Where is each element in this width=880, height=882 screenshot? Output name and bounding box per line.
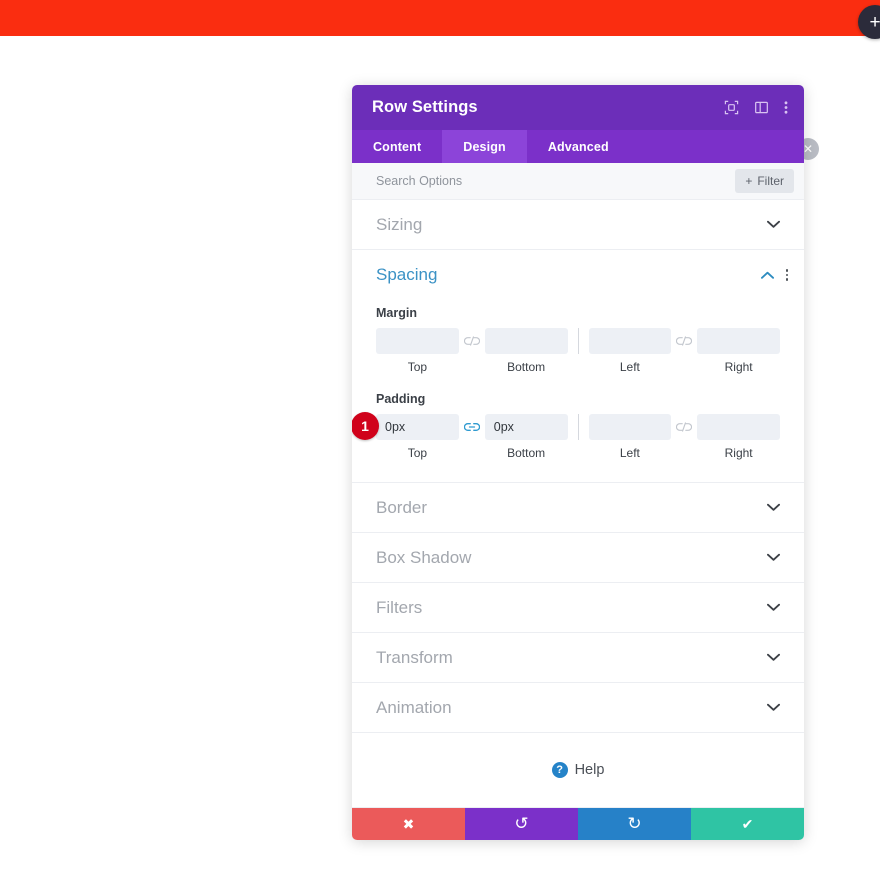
margin-field-group: Top Bottom Left Right [376, 328, 780, 374]
step-badge: 1 [352, 412, 379, 440]
padding-top-bottom-pair: Top Bottom [376, 414, 568, 460]
padding-right-label: Right [724, 446, 753, 460]
tab-advanced[interactable]: Advanced [527, 130, 630, 163]
margin-right-input[interactable] [697, 328, 780, 354]
margin-right-label: Right [724, 360, 753, 374]
margin-left-cell: Left [588, 328, 672, 374]
margin-divider [577, 328, 579, 354]
plus-icon: + [869, 11, 880, 33]
section-border[interactable]: Border [352, 483, 804, 533]
undo-icon: ↺ [514, 814, 529, 833]
margin-left-label: Left [619, 360, 640, 374]
padding-right-cell: Right [697, 414, 780, 460]
layout-panel-icon[interactable] [754, 100, 769, 115]
section-spacing-label: Spacing [376, 265, 438, 284]
filter-button-label: Filter [757, 174, 784, 188]
margin-bottom-input[interactable] [484, 328, 568, 354]
margin-top-bottom-link-icon[interactable] [459, 328, 485, 354]
padding-top-bottom-link-icon[interactable] [459, 414, 485, 440]
padding-bottom-cell: Bottom [484, 414, 568, 460]
section-animation[interactable]: Animation [352, 683, 804, 733]
padding-top-label: Top [407, 446, 428, 460]
target-focus-icon[interactable] [724, 100, 739, 115]
section-spacing-body: Margin Top Bottom Left Right Padding 1 0… [352, 306, 804, 482]
margin-top-bottom-pair: Top Bottom [376, 328, 568, 374]
tab-content[interactable]: Content [352, 130, 442, 163]
x-icon: ✖ [402, 815, 415, 832]
checkmark-icon: ✔ [741, 815, 754, 832]
section-box-shadow[interactable]: Box Shadow [352, 533, 804, 583]
tab-bar: Content Design Advanced [352, 130, 804, 163]
section-box-shadow-label: Box Shadow [376, 547, 472, 567]
section-spacing-header[interactable]: Spacing [352, 250, 804, 300]
padding-left-cell: Left [588, 414, 672, 460]
section-spacing: Spacing Margin Top Bottom Left Right Pad… [352, 250, 804, 483]
margin-label: Margin [376, 306, 417, 320]
margin-top-input[interactable] [376, 328, 459, 354]
margin-left-right-link-icon[interactable] [671, 328, 697, 354]
margin-bottom-label: Bottom [507, 360, 546, 374]
search-row: + Filter [352, 163, 804, 200]
chevron-down-icon [767, 603, 780, 612]
padding-bottom-input[interactable] [484, 414, 568, 440]
tab-design[interactable]: Design [442, 130, 527, 163]
chevron-down-icon [767, 220, 780, 229]
filter-button[interactable]: + Filter [735, 169, 794, 193]
add-button[interactable]: + [858, 5, 880, 39]
chevron-down-icon [767, 653, 780, 662]
page-title: Row Settings [372, 98, 478, 116]
padding-top-input[interactable] [376, 414, 459, 440]
section-sizing[interactable]: Sizing [352, 200, 804, 250]
search-input[interactable] [376, 174, 736, 188]
padding-field-group: 1 Top Bottom [352, 412, 780, 460]
padding-label: Padding [376, 392, 426, 406]
margin-left-right-pair: Left Right [588, 328, 780, 374]
section-border-label: Border [376, 497, 428, 517]
chevron-down-icon [767, 703, 780, 712]
plus-icon: + [745, 174, 753, 188]
margin-top-label: Top [407, 360, 428, 374]
padding-left-input[interactable] [588, 414, 672, 440]
section-sizing-label: Sizing [376, 214, 423, 234]
top-red-bar: + [0, 0, 880, 39]
undo-button[interactable]: ↺ [465, 808, 578, 840]
chevron-down-icon [767, 553, 780, 562]
section-transform[interactable]: Transform [352, 633, 804, 683]
chevron-up-icon[interactable] [760, 268, 774, 283]
margin-left-input[interactable] [588, 328, 672, 354]
row-settings-modal: Row Settings Content Design Advanced Sea… [352, 85, 804, 840]
section-filters[interactable]: Filters [352, 583, 804, 633]
section-options-more-icon[interactable] [785, 269, 788, 281]
redo-icon: ↻ [627, 814, 642, 833]
padding-right-input[interactable] [697, 414, 780, 440]
help-label: Help [574, 762, 605, 778]
header-icon-group [724, 100, 788, 115]
padding-bottom-label: Bottom [507, 446, 546, 460]
redo-button[interactable]: ↻ [578, 808, 691, 840]
more-vertical-icon[interactable] [784, 100, 788, 115]
modal-footer: ✖ ↺ ↻ ✔ [352, 808, 804, 840]
padding-divider [577, 414, 579, 440]
padding-left-right-pair: Left Right [588, 414, 780, 460]
save-button[interactable]: ✔ [691, 808, 804, 840]
margin-right-cell: Right [697, 328, 780, 374]
section-filters-label: Filters [376, 597, 423, 617]
margin-top-cell: Top [376, 328, 459, 374]
padding-top-cell: Top [376, 414, 459, 460]
margin-bottom-cell: Bottom [484, 328, 568, 374]
modal-header: Row Settings [352, 85, 804, 130]
chevron-down-icon [767, 503, 780, 512]
cancel-button[interactable]: ✖ [352, 808, 465, 840]
section-animation-label: Animation [376, 697, 452, 717]
help-area[interactable]: ? Help [352, 733, 804, 808]
question-circle-icon: ? [551, 762, 568, 778]
section-spacing-icons [760, 268, 788, 283]
section-transform-label: Transform [376, 647, 453, 667]
padding-left-label: Left [619, 446, 640, 460]
padding-left-right-link-icon[interactable] [671, 414, 697, 440]
